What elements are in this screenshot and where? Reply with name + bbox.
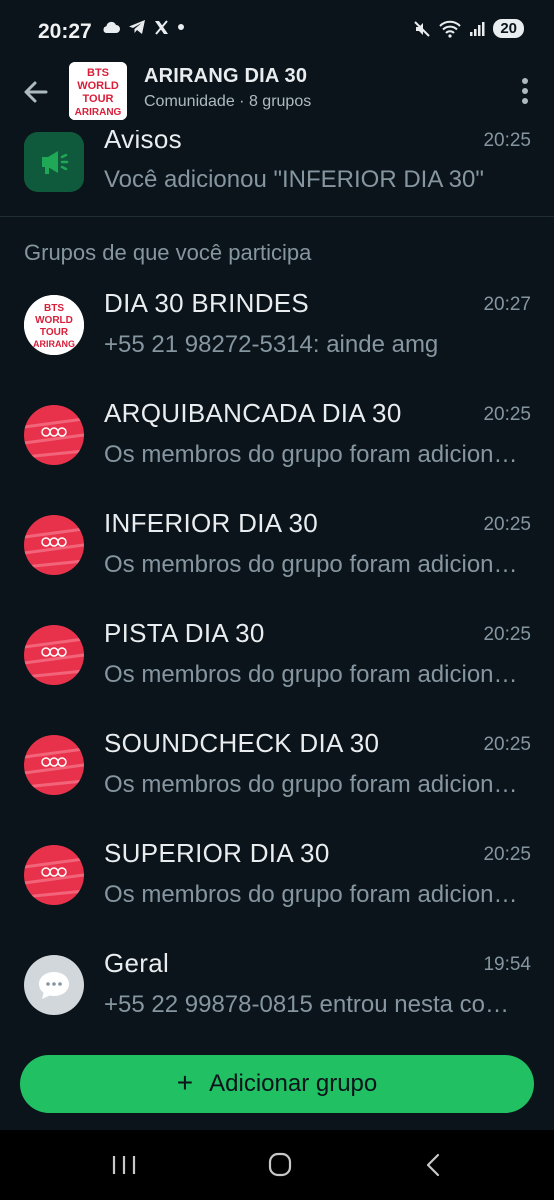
groups-list[interactable]: Avisos 20:25 Você adicionou "INFERIOR DI…: [0, 130, 554, 1045]
community-avatar[interactable]: BTS WORLD TOUR ARIRANG: [69, 62, 127, 120]
group-time: 20:25: [483, 514, 531, 535]
section-label: Grupos de que você participa: [24, 240, 312, 265]
ticket-avatar-icon: [24, 625, 84, 685]
group-name: DIA 30 BRINDES: [104, 288, 310, 318]
group-time: 20:25: [483, 404, 531, 425]
group-last-message: +55 21 98272-5314: ainde amg: [104, 331, 439, 358]
group-row[interactable]: SUPERIOR DIA 30 20:25 Os membros do grup…: [0, 830, 554, 940]
more-options-icon[interactable]: [520, 76, 530, 106]
add-group-label: Adicionar grupo: [209, 1070, 378, 1097]
group-row[interactable]: BTS WORLD TOUR ARIRANG DIA 30 BRINDES 20…: [0, 280, 554, 390]
group-last-message: +55 22 99878-0815 entrou nesta comunidad…: [104, 991, 522, 1018]
announcements-avatar: [24, 132, 84, 192]
announcements-row[interactable]: Avisos 20:25 Você adicionou "INFERIOR DI…: [0, 130, 554, 230]
add-group-button[interactable]: + Adicionar grupo: [20, 1055, 534, 1113]
avatar-text-3: TOUR: [40, 327, 69, 338]
group-avatar: BTS WORLD TOUR ARIRANG: [24, 295, 84, 355]
group-avatar: [24, 405, 84, 465]
avatar-text-4: ARIRANG: [75, 107, 122, 118]
group-time: 20:25: [483, 130, 531, 151]
home-icon[interactable]: [260, 1150, 300, 1180]
group-row[interactable]: ARQUIBANCADA DIA 30 20:25 Os membros do …: [0, 390, 554, 500]
community-subtitle: Comunidade · 8 grupos: [144, 93, 312, 110]
group-last-message: Os membros do grupo foram adicionados: [104, 661, 522, 688]
wifi-icon: [439, 20, 462, 38]
avatar-text-1: BTS: [44, 303, 64, 314]
group-time: 20:25: [483, 624, 531, 645]
group-avatar: [24, 955, 84, 1015]
megaphone-icon: [24, 132, 84, 192]
group-time: 20:25: [483, 844, 531, 865]
group-last-message: Você adicionou "INFERIOR DIA 30": [104, 166, 484, 193]
group-name: ARQUIBANCADA DIA 30: [104, 398, 402, 428]
status-bar: 20:27 20: [0, 0, 554, 62]
group-row[interactable]: INFERIOR DIA 30 20:25 Os membros do grup…: [0, 500, 554, 610]
community-title[interactable]: ARIRANG DIA 30: [144, 65, 307, 88]
recent-apps-icon[interactable]: [104, 1150, 144, 1180]
group-last-message: Os membros do grupo foram adicionados: [104, 441, 522, 468]
section-divider: [0, 216, 554, 217]
group-time: 19:54: [483, 954, 531, 975]
telegram-icon: [129, 20, 145, 34]
group-name: Avisos: [104, 130, 182, 154]
battery-indicator: 20: [493, 19, 524, 38]
group-avatar: [24, 845, 84, 905]
community-header: BTS WORLD TOUR ARIRANG ARIRANG DIA 30 Co…: [0, 62, 554, 130]
back-arrow-icon[interactable]: [20, 76, 52, 108]
system-navigation-bar: [0, 1130, 554, 1200]
cloud-icon: [103, 21, 120, 33]
status-time: 20:27: [38, 20, 92, 43]
group-time: 20:25: [483, 734, 531, 755]
group-avatar: [24, 515, 84, 575]
group-name: PISTA DIA 30: [104, 618, 265, 648]
group-row[interactable]: Geral 19:54 +55 22 99878-0815 entrou nes…: [0, 940, 554, 1045]
avatar-text-4: ARIRANG: [33, 339, 75, 349]
avatar-text-2: WORLD: [77, 80, 119, 92]
avatar-text-1: BTS: [87, 67, 109, 79]
chat-bubble-icon: [24, 955, 84, 1015]
group-last-message: Os membros do grupo foram adicionados: [104, 551, 522, 578]
system-icons: 20: [413, 19, 524, 38]
ticket-avatar-icon: [24, 735, 84, 795]
group-name: Geral: [104, 948, 170, 978]
group-name: INFERIOR DIA 30: [104, 508, 318, 538]
ticket-avatar-icon: [24, 515, 84, 575]
group-last-message: Os membros do grupo foram adicionados: [104, 771, 522, 798]
ticket-avatar-icon: [24, 405, 84, 465]
mute-icon: [414, 20, 431, 37]
dot-icon: [178, 24, 184, 30]
group-time: 20:27: [483, 294, 531, 315]
x-icon: [155, 19, 168, 35]
signal-icon: [470, 21, 485, 36]
notification-icons: [102, 19, 185, 35]
group-row[interactable]: SOUNDCHECK DIA 30 20:25 Os membros do gr…: [0, 720, 554, 830]
ticket-avatar-icon: [24, 845, 84, 905]
group-name: SOUNDCHECK DIA 30: [104, 728, 380, 758]
group-avatar: [24, 735, 84, 795]
group-name: SUPERIOR DIA 30: [104, 838, 330, 868]
group-last-message: Os membros do grupo foram adicionados: [104, 881, 522, 908]
avatar-text-2: WORLD: [35, 315, 73, 326]
group-row[interactable]: PISTA DIA 30 20:25 Os membros do grupo f…: [0, 610, 554, 720]
group-avatar: [24, 625, 84, 685]
avatar-text-3: TOUR: [83, 93, 114, 105]
plus-icon: +: [176, 1066, 194, 1098]
nav-back-icon[interactable]: [414, 1150, 454, 1180]
